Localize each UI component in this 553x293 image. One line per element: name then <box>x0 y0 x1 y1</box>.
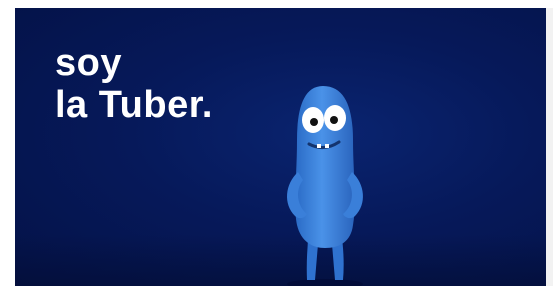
caption-line-1: soy <box>55 42 122 84</box>
screenshot-frame: soy la Tuber. <box>0 0 553 293</box>
video-player[interactable]: soy la Tuber. <box>15 8 546 286</box>
video-caption: soy la Tuber. <box>55 42 213 126</box>
window-edge <box>546 8 553 286</box>
tuber-mascot-icon <box>287 86 363 286</box>
caption-line-2: la Tuber. <box>55 84 213 126</box>
